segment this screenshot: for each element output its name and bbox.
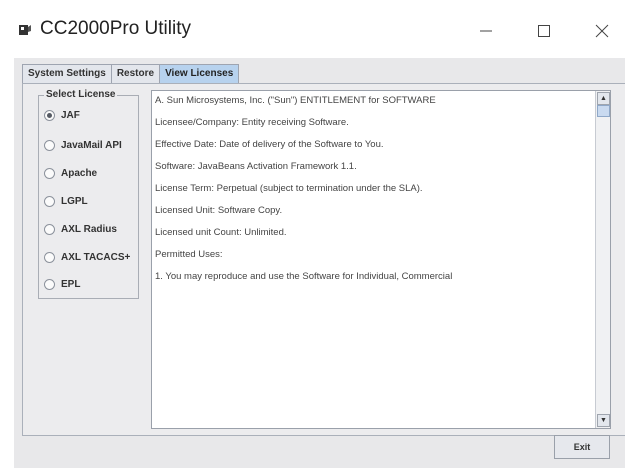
app-logo-icon <box>19 25 31 35</box>
vertical-scrollbar[interactable]: ▲ ▼ <box>595 91 610 428</box>
title-bar: CC2000Pro Utility <box>0 0 625 54</box>
scroll-up-arrow-icon[interactable]: ▲ <box>597 92 610 105</box>
license-paragraph: A. Sun Microsystems, Inc. ("Sun") ENTITL… <box>155 95 436 106</box>
radio-button-icon[interactable] <box>44 140 55 151</box>
group-legend: Select License <box>44 89 118 100</box>
license-paragraph: Licensed unit Count: Unlimited. <box>155 227 287 238</box>
radio-button-icon[interactable] <box>44 279 55 290</box>
tab-view-licenses[interactable]: View Licenses <box>159 64 240 84</box>
radio-label: Apache <box>61 168 98 179</box>
maximize-icon <box>538 25 550 37</box>
tab-system-settings[interactable]: System Settings <box>22 64 112 83</box>
radio-apache[interactable]: Apache <box>44 168 97 179</box>
radio-label: JAF <box>61 110 80 121</box>
radio-label: AXL TACACS+ <box>61 252 131 263</box>
radio-button-icon[interactable] <box>44 110 55 121</box>
radio-label: AXL Radius <box>61 224 117 235</box>
scroll-down-arrow-icon[interactable]: ▼ <box>597 414 610 427</box>
license-paragraph: Permitted Uses: <box>155 249 223 260</box>
license-paragraph: Licensed Unit: Software Copy. <box>155 205 283 216</box>
select-license-group: Select License JAF JavaMail API Apache L… <box>38 89 139 299</box>
close-button[interactable] <box>582 16 622 46</box>
close-icon <box>595 24 609 38</box>
scroll-thumb[interactable] <box>597 105 610 117</box>
window-body: System Settings Restore View Licenses Se… <box>14 58 625 468</box>
window-title: CC2000Pro Utility <box>40 18 191 39</box>
radio-javamail-api[interactable]: JavaMail API <box>44 140 122 151</box>
license-text-area[interactable]: A. Sun Microsystems, Inc. ("Sun") ENTITL… <box>151 90 611 429</box>
tab-bar: System Settings Restore View Licenses <box>22 64 240 84</box>
radio-button-icon[interactable] <box>44 196 55 207</box>
tab-restore[interactable]: Restore <box>110 64 161 83</box>
radio-button-icon[interactable] <box>44 224 55 235</box>
license-paragraph: Effective Date: Date of delivery of the … <box>155 139 384 150</box>
minimize-button[interactable] <box>466 16 506 46</box>
license-paragraph: Licensee/Company: Entity receiving Softw… <box>155 117 349 128</box>
radio-axl-tacacs[interactable]: AXL TACACS+ <box>44 252 130 263</box>
license-text: A. Sun Microsystems, Inc. ("Sun") ENTITL… <box>155 95 595 293</box>
radio-jaf[interactable]: JAF <box>44 110 80 121</box>
radio-lgpl[interactable]: LGPL <box>44 196 88 207</box>
radio-button-icon[interactable] <box>44 168 55 179</box>
exit-button[interactable]: Exit <box>554 435 610 459</box>
license-paragraph: Software: JavaBeans Activation Framework… <box>155 161 357 172</box>
licenses-panel: Select License JAF JavaMail API Apache L… <box>22 83 625 436</box>
radio-button-icon[interactable] <box>44 252 55 263</box>
radio-epl[interactable]: EPL <box>44 279 80 290</box>
maximize-button[interactable] <box>524 16 564 46</box>
radio-label: JavaMail API <box>61 140 122 151</box>
radio-label: LGPL <box>61 196 88 207</box>
license-paragraph: 1. You may reproduce and use the Softwar… <box>155 271 453 282</box>
minimize-icon <box>480 30 492 32</box>
radio-label: EPL <box>61 279 81 290</box>
license-paragraph: License Term: Perpetual (subject to term… <box>155 183 423 194</box>
radio-axl-radius[interactable]: AXL Radius <box>44 224 117 235</box>
